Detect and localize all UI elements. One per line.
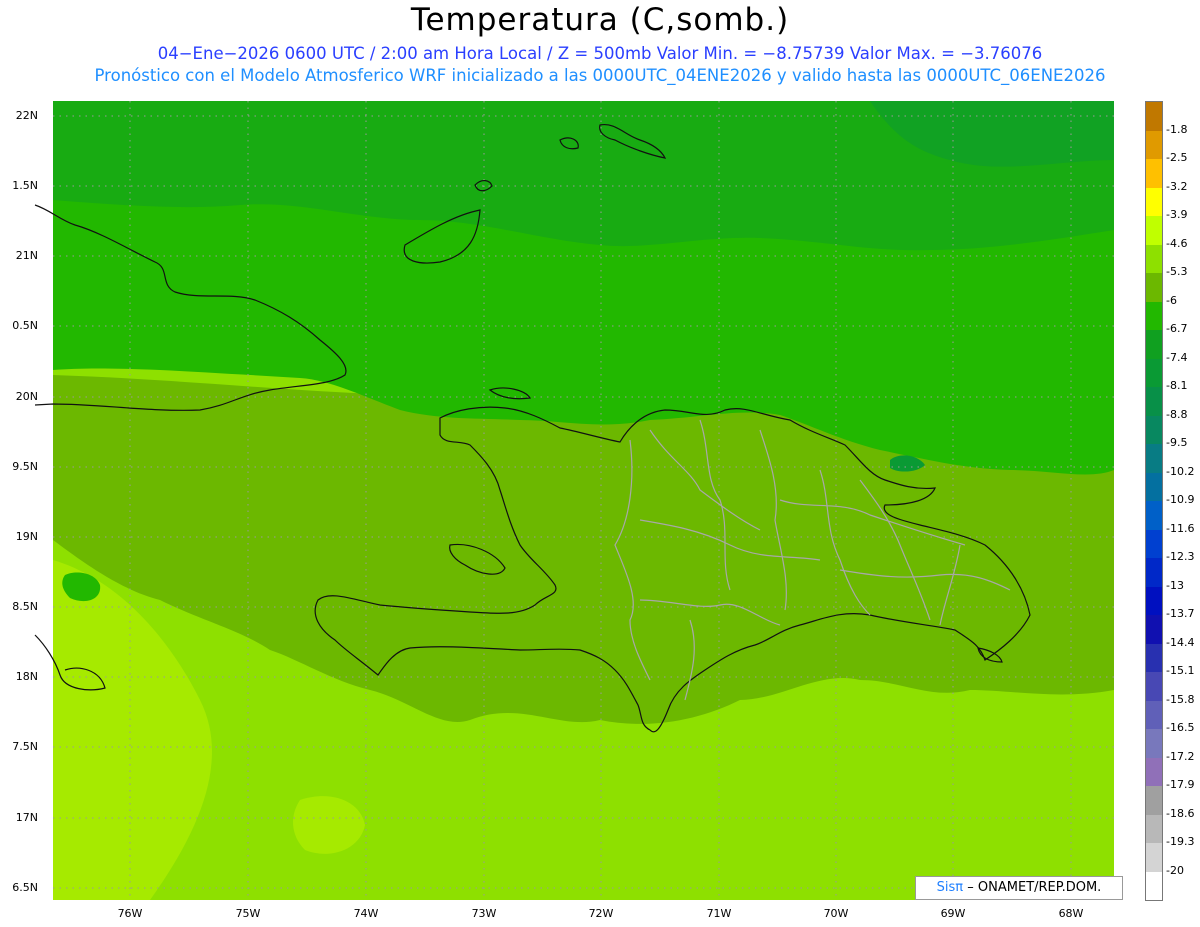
colorbar-swatch	[1146, 558, 1162, 587]
colorbar-label: -16.5	[1166, 721, 1195, 734]
credit-text: – ONAMET/REP.DOM.	[967, 880, 1102, 895]
colorbar-swatch	[1146, 529, 1162, 558]
colorbar-swatch	[1146, 444, 1162, 473]
colorbar-label: -19.3	[1166, 835, 1195, 848]
colorbar-swatch	[1146, 814, 1162, 843]
colorbar-label: -4.6	[1166, 236, 1188, 250]
colorbar-label: -10.9	[1166, 493, 1195, 506]
lon-label: 68W	[1058, 907, 1084, 920]
colorbar-swatch	[1146, 244, 1162, 273]
lat-label: 9.5N	[12, 460, 38, 473]
lon-label: 76W	[117, 907, 143, 920]
colorbar-swatch	[1146, 387, 1162, 416]
lat-label: 0.5N	[12, 319, 38, 332]
lon-label: 69W	[940, 907, 966, 920]
colorbar-label: -18.6	[1166, 806, 1195, 820]
colorbar-swatch	[1146, 700, 1162, 729]
colorbar-swatch	[1146, 472, 1162, 501]
colorbar-label: -13	[1166, 578, 1184, 592]
colorbar-label: -6	[1166, 293, 1177, 307]
lat-label: 19N	[15, 530, 38, 543]
lat-label: 21N	[15, 249, 38, 262]
lat-label: 7.5N	[12, 740, 38, 753]
colorbar-label: -15.8	[1166, 692, 1195, 706]
colorbar-label: -8.1	[1166, 379, 1188, 392]
credit-box: Sisπ – ONAMET/REP.DOM.	[915, 876, 1123, 900]
colorbar-swatch	[1146, 415, 1162, 444]
colorbar-label: -20	[1166, 863, 1184, 877]
lat-label: 22N	[15, 109, 38, 122]
colorbar-label: -17.2	[1166, 749, 1195, 763]
colorbar-swatch	[1146, 615, 1162, 644]
colorbar-label: -10.2	[1166, 464, 1195, 478]
colorbar-label: -17.9	[1166, 778, 1195, 791]
colorbar	[1145, 101, 1163, 901]
colorbar-swatch	[1146, 843, 1162, 872]
colorbar-swatch	[1146, 672, 1162, 701]
colorbar-swatch	[1146, 273, 1162, 302]
sispi-logo: Sisπ	[936, 880, 964, 895]
lon-label: 70W	[823, 907, 849, 920]
colorbar-swatch	[1146, 330, 1162, 359]
lon-label: 75W	[235, 907, 261, 920]
colorbar-swatch	[1146, 871, 1162, 900]
colorbar-label: -7.4	[1166, 350, 1188, 364]
colorbar-swatch	[1146, 301, 1162, 330]
colorbar-swatch	[1146, 187, 1162, 216]
colorbar-swatch	[1146, 757, 1162, 786]
lon-label: 74W	[353, 907, 379, 920]
lat-label: 17N	[15, 811, 38, 824]
colorbar-label: -3.2	[1166, 179, 1188, 193]
colorbar-label: -6.7	[1166, 322, 1188, 335]
lat-label: 20N	[15, 390, 38, 403]
colorbar-swatch	[1146, 729, 1162, 758]
lat-label: 1.5N	[12, 179, 38, 192]
colorbar-label: -13.7	[1166, 607, 1195, 620]
colorbar-label: -14.4	[1166, 635, 1195, 649]
shaded-field	[53, 101, 1114, 900]
lon-label: 73W	[471, 907, 497, 920]
colorbar-label: -1.8	[1166, 122, 1188, 136]
colorbar-label: -3.9	[1166, 208, 1188, 221]
colorbar-label: -2.5	[1166, 151, 1188, 164]
lon-label: 72W	[588, 907, 614, 920]
lat-label: 6.5N	[12, 881, 38, 894]
colorbar-swatch	[1146, 586, 1162, 615]
lon-label: 71W	[706, 907, 732, 920]
colorbar-swatch	[1146, 130, 1162, 159]
lat-label: 18N	[15, 670, 38, 683]
colorbar-label: -15.1	[1166, 664, 1195, 677]
colorbar-label: -5.3	[1166, 265, 1188, 278]
colorbar-swatch	[1146, 358, 1162, 387]
lat-label: 8.5N	[12, 600, 38, 613]
colorbar-label: -9.5	[1166, 436, 1188, 449]
colorbar-label: -11.6	[1166, 521, 1195, 535]
colorbar-swatch	[1146, 159, 1162, 188]
temperature-map	[34, 101, 1114, 900]
colorbar-label: -8.8	[1166, 407, 1188, 421]
colorbar-swatch	[1146, 786, 1162, 815]
colorbar-label: -12.3	[1166, 550, 1195, 563]
colorbar-swatch	[1146, 643, 1162, 672]
colorbar-swatch	[1146, 216, 1162, 245]
colorbar-swatch	[1146, 501, 1162, 530]
colorbar-swatch	[1146, 102, 1162, 131]
